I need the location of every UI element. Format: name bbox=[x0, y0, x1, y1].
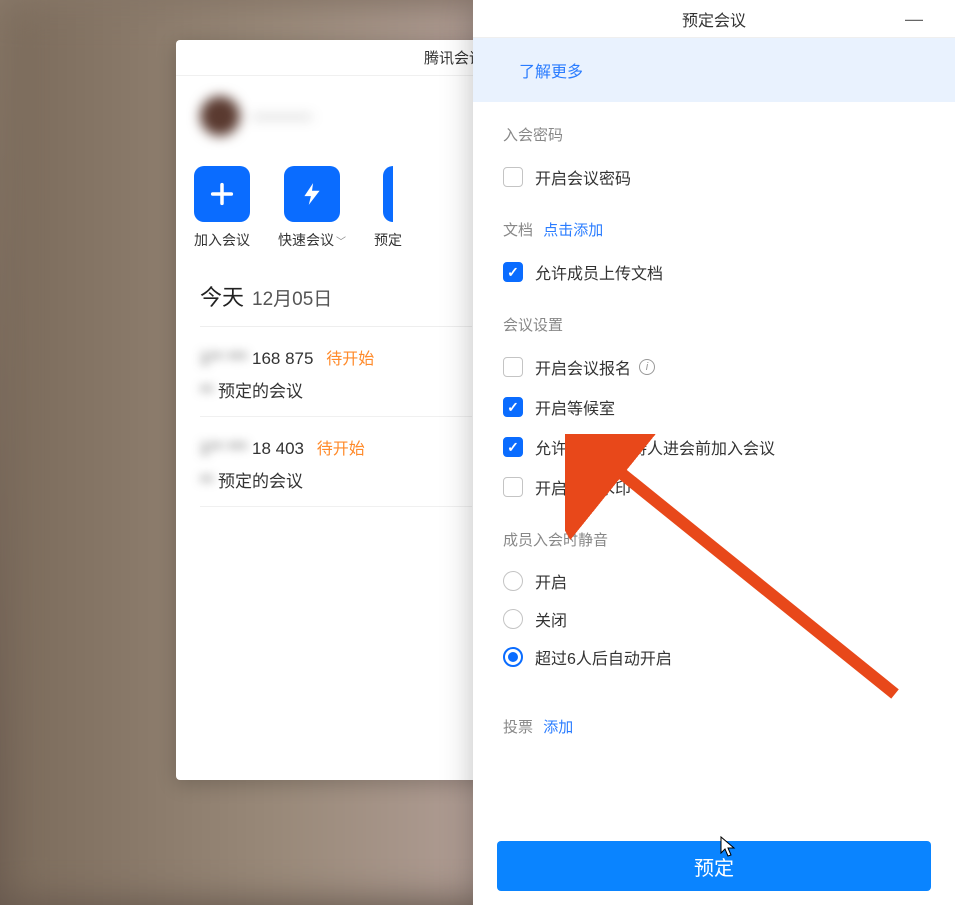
today-section: 今天 12月05日 1** *** 168 875 待开始 ** 预定的会议 1… bbox=[176, 262, 496, 507]
status-badge: 待开始 bbox=[317, 441, 365, 458]
dialog-footer: 预定 bbox=[473, 827, 955, 905]
schedule-submit-button[interactable]: 预定 bbox=[497, 841, 931, 891]
vote-add-link[interactable]: 添加 bbox=[543, 719, 573, 736]
meeting-title: 预定的会议 bbox=[218, 472, 303, 491]
settings-section-title: 会议设置 bbox=[503, 314, 925, 335]
enable-watermark-row[interactable]: 开启会议水印 bbox=[503, 467, 925, 507]
dialog-titlebar: 预定会议 — bbox=[473, 0, 955, 38]
dialog-body: 了解更多 入会密码 开启会议密码 文档 点击添加 允许成员上传文档 会议设置 开… bbox=[473, 38, 955, 827]
mute-on-row[interactable]: 开启 bbox=[503, 562, 925, 600]
meeting-title-row: ** 预定的会议 bbox=[200, 377, 472, 402]
learn-more-banner[interactable]: 了解更多 bbox=[473, 38, 955, 102]
meeting-item[interactable]: 1** *** 18 403 待开始 ** 预定的会议 bbox=[200, 417, 472, 507]
today-title: 今天 12月05日 bbox=[200, 280, 472, 327]
mute-auto-label: 超过6人后自动开启 bbox=[535, 645, 672, 669]
allow-upload-checkbox[interactable] bbox=[503, 262, 523, 282]
quick-meeting[interactable]: 快速会议 ﹀ bbox=[278, 166, 346, 250]
allow-upload-row[interactable]: 允许成员上传文档 bbox=[503, 252, 925, 292]
enable-password-label: 开启会议密码 bbox=[535, 165, 631, 189]
mute-auto-row[interactable]: 超过6人后自动开启 bbox=[503, 638, 925, 676]
plus-icon[interactable] bbox=[194, 166, 250, 222]
minimize-icon[interactable]: — bbox=[905, 10, 923, 28]
main-window: 腾讯会议 ———— 加入会议 快速会议 ﹀ 预定 今天 12 bbox=[176, 40, 496, 780]
meeting-title: 预定的会议 bbox=[218, 382, 303, 401]
enable-waiting-label: 开启等候室 bbox=[535, 395, 615, 419]
enable-waiting-row[interactable]: 开启等候室 bbox=[503, 387, 925, 427]
document-title-text: 文档 bbox=[503, 222, 533, 239]
meeting-id-row: 1** *** 168 875 待开始 bbox=[200, 345, 472, 369]
meeting-owner-blur: ** bbox=[200, 472, 213, 492]
allow-before-host-row[interactable]: 允许成员在主持人进会前加入会议 bbox=[503, 427, 925, 467]
dialog-title: 预定会议 bbox=[682, 7, 746, 31]
meeting-owner-blur: ** bbox=[200, 382, 213, 402]
allow-before-host-checkbox[interactable] bbox=[503, 437, 523, 457]
cursor-icon bbox=[717, 835, 741, 859]
enable-password-checkbox[interactable] bbox=[503, 167, 523, 187]
enable-enroll-row[interactable]: 开启会议报名 i bbox=[503, 347, 925, 387]
allow-upload-label: 允许成员上传文档 bbox=[535, 260, 663, 284]
meeting-id-blur: 1** *** bbox=[200, 349, 247, 369]
info-icon[interactable]: i bbox=[639, 359, 655, 375]
mute-on-label: 开启 bbox=[535, 569, 567, 593]
mute-off-label: 关闭 bbox=[535, 607, 567, 631]
schedule-dialog: 预定会议 — 了解更多 入会密码 开启会议密码 文档 点击添加 允许成员上传文档… bbox=[473, 0, 955, 905]
today-date: 12月05日 bbox=[252, 284, 332, 311]
mute-off-radio[interactable] bbox=[503, 609, 523, 629]
join-label: 加入会议 bbox=[194, 230, 250, 250]
schedule-meeting[interactable]: 预定 bbox=[374, 166, 402, 250]
mute-auto-radio[interactable] bbox=[503, 647, 523, 667]
meeting-id-row: 1** *** 18 403 待开始 bbox=[200, 435, 472, 459]
enable-password-row[interactable]: 开启会议密码 bbox=[503, 157, 925, 197]
document-section-title: 文档 点击添加 bbox=[503, 219, 925, 240]
meeting-title-row: ** 预定的会议 bbox=[200, 467, 472, 492]
vote-title-text: 投票 bbox=[503, 719, 533, 736]
quick-text: 快速会议 bbox=[278, 230, 334, 250]
main-window-title: 腾讯会议 bbox=[176, 40, 496, 76]
mute-on-radio[interactable] bbox=[503, 571, 523, 591]
user-name: ———— bbox=[252, 108, 312, 125]
user-row: ———— bbox=[176, 76, 496, 146]
learn-more-text: 了解更多 bbox=[519, 64, 583, 81]
mute-off-row[interactable]: 关闭 bbox=[503, 600, 925, 638]
schedule-label: 预定 bbox=[374, 230, 402, 250]
bolt-icon[interactable] bbox=[284, 166, 340, 222]
password-section-title: 入会密码 bbox=[503, 124, 925, 145]
avatar bbox=[200, 96, 240, 136]
chevron-down-icon[interactable]: ﹀ bbox=[336, 233, 346, 248]
quick-label: 快速会议 ﹀ bbox=[278, 230, 346, 250]
enable-waiting-checkbox[interactable] bbox=[503, 397, 523, 417]
meeting-id-blur: 1** *** bbox=[200, 439, 247, 459]
enable-enroll-label: 开启会议报名 bbox=[535, 355, 631, 379]
enable-watermark-label: 开启会议水印 bbox=[535, 475, 631, 499]
join-meeting[interactable]: 加入会议 bbox=[194, 166, 250, 250]
document-add-link[interactable]: 点击添加 bbox=[543, 222, 603, 239]
action-row: 加入会议 快速会议 ﹀ 预定 bbox=[176, 146, 496, 262]
meeting-item[interactable]: 1** *** 168 875 待开始 ** 预定的会议 bbox=[200, 327, 472, 417]
submit-label: 预定 bbox=[694, 858, 734, 880]
status-badge: 待开始 bbox=[326, 351, 374, 368]
meeting-id-partial: 18 403 bbox=[252, 439, 304, 458]
allow-before-host-label: 允许成员在主持人进会前加入会议 bbox=[535, 435, 775, 459]
vote-section-title: 投票 添加 bbox=[503, 716, 925, 737]
calendar-icon[interactable] bbox=[383, 166, 393, 222]
meeting-id-partial: 168 875 bbox=[252, 349, 313, 368]
enable-enroll-checkbox[interactable] bbox=[503, 357, 523, 377]
mute-section-title: 成员入会时静音 bbox=[503, 529, 925, 550]
today-label: 今天 bbox=[200, 280, 244, 312]
enable-watermark-checkbox[interactable] bbox=[503, 477, 523, 497]
